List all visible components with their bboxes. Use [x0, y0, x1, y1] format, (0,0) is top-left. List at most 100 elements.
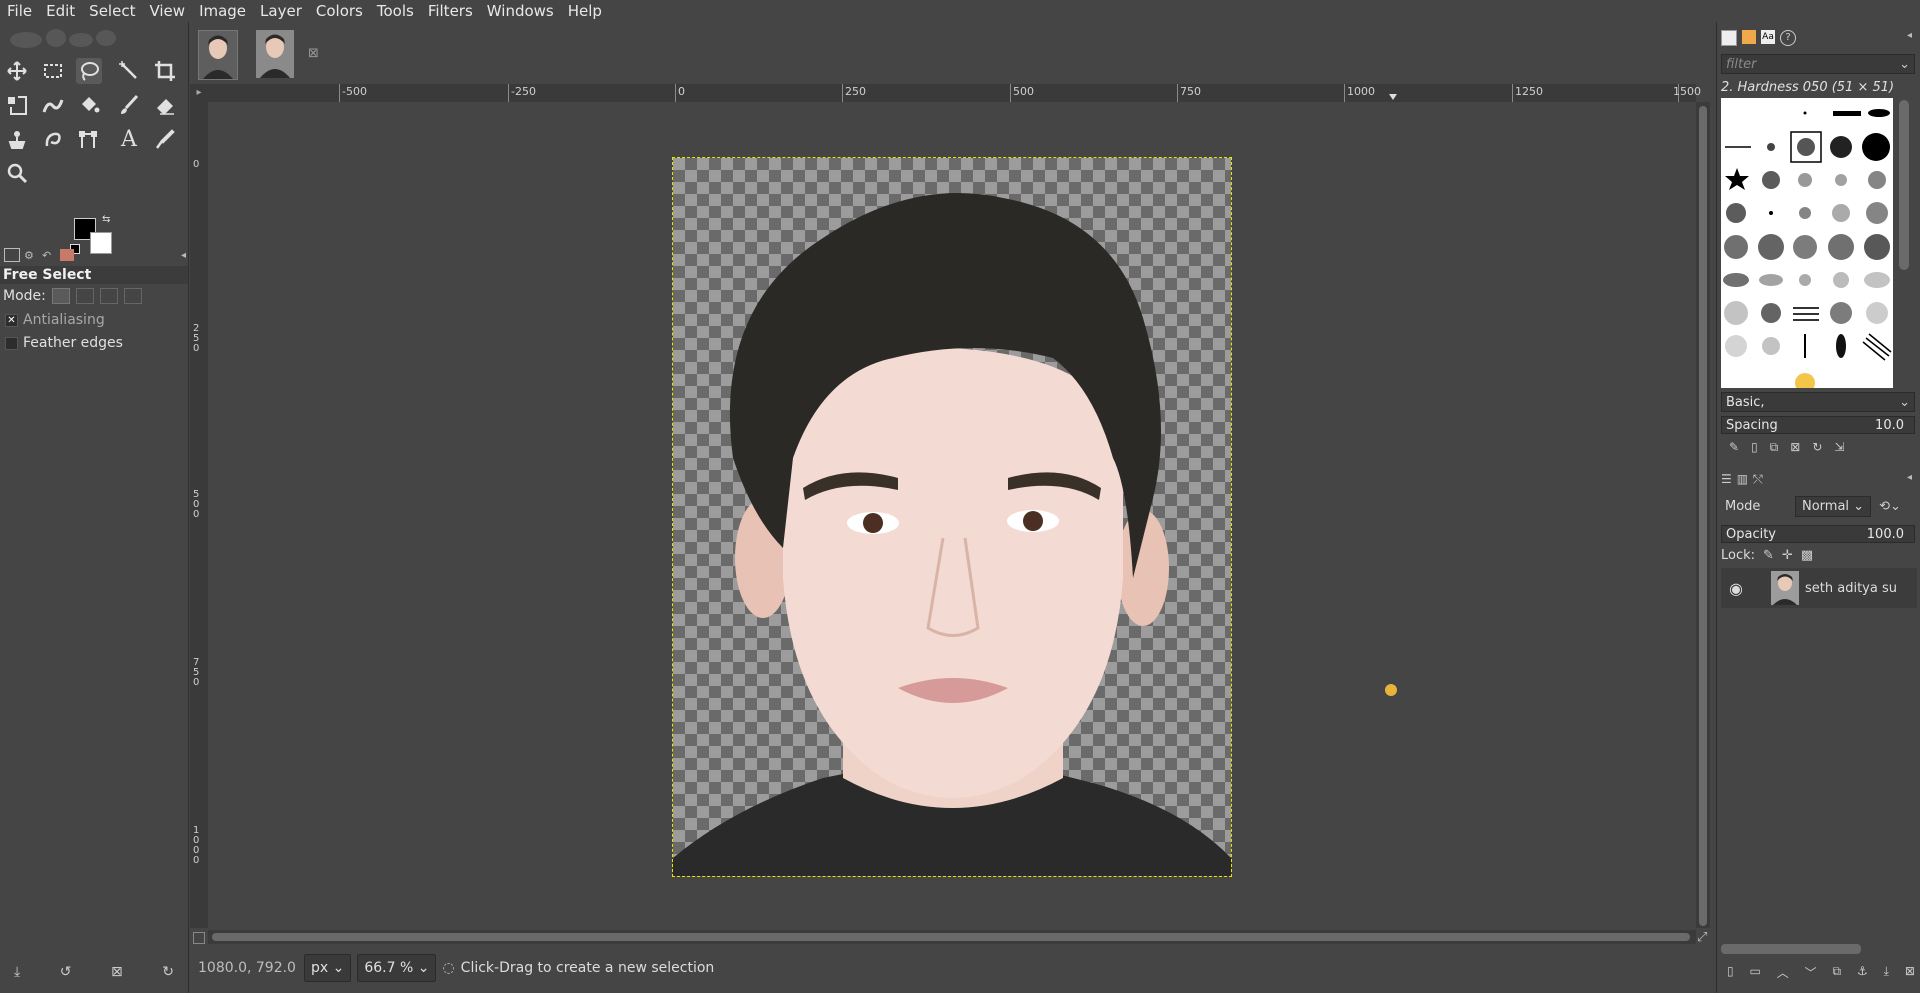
new-layer-group-icon[interactable]: ▭: [1750, 964, 1761, 981]
lower-layer-icon[interactable]: ﹀: [1805, 964, 1817, 981]
unit-select[interactable]: px ⌄: [303, 954, 352, 982]
duplicate-brush-icon[interactable]: ⧉: [1770, 440, 1779, 455]
zoom-icon[interactable]: [4, 160, 30, 186]
bucket-icon[interactable]: [76, 92, 102, 118]
lock-pixels-icon[interactable]: ✎: [1763, 548, 1774, 563]
navigate-icon[interactable]: ⤢: [1697, 930, 1707, 945]
ruler-corner-icon[interactable]: ▸: [190, 84, 208, 102]
help-tab-icon[interactable]: ?: [1780, 30, 1796, 46]
antialiasing-option[interactable]: ✕ Antialiasing: [5, 312, 105, 328]
restore-options-icon[interactable]: ↺: [60, 964, 72, 980]
text-icon[interactable]: A: [116, 126, 142, 152]
vertical-scrollbar[interactable]: [1696, 102, 1710, 928]
ruler-pointer-marker: [1389, 94, 1397, 100]
image-tab-2[interactable]: [256, 30, 294, 78]
layers-tab-icon[interactable]: ☰: [1721, 472, 1732, 487]
brushes-tab-icon[interactable]: [1721, 30, 1737, 46]
delete-brush-icon[interactable]: ⊠: [1790, 440, 1800, 455]
menu-filters[interactable]: Filters: [421, 0, 480, 22]
crop-icon[interactable]: [152, 58, 178, 84]
save-options-icon[interactable]: ⤓: [14, 964, 20, 980]
paths-tab-icon[interactable]: ⤲: [1753, 472, 1763, 487]
eye-icon[interactable]: ◉: [1721, 579, 1751, 598]
rect-select-icon[interactable]: [40, 58, 66, 84]
paths-icon[interactable]: [76, 126, 102, 152]
feather-option[interactable]: Feather edges: [5, 335, 123, 351]
menu-tools[interactable]: Tools: [370, 0, 421, 22]
tool-options-tab-icon[interactable]: [4, 248, 20, 262]
menu-image[interactable]: Image: [192, 0, 253, 22]
menu-colors[interactable]: Colors: [309, 0, 370, 22]
channels-tab-icon[interactable]: ▥: [1737, 472, 1748, 487]
close-tab-icon[interactable]: ⊠: [308, 46, 319, 61]
brush-spacing-spinner[interactable]: Spacing 10.0: [1721, 416, 1915, 434]
patterns-tab-icon[interactable]: [1742, 30, 1756, 44]
brush-grid[interactable]: [1721, 98, 1893, 388]
device-status-tab-icon[interactable]: ⚙: [24, 249, 38, 262]
layer-mode-select[interactable]: Normal ⌄: [1795, 495, 1872, 517]
undo-history-tab-icon[interactable]: ↶: [42, 249, 56, 262]
layers-menu-icon[interactable]: ◂: [1907, 472, 1912, 483]
mode-add-icon[interactable]: [75, 288, 94, 304]
menu-edit[interactable]: Edit: [39, 0, 82, 22]
ruler-label: 1500: [1673, 85, 1701, 98]
layer-mode-reset-icon[interactable]: ⟲⌄: [1879, 499, 1901, 514]
menu-windows[interactable]: Windows: [480, 0, 561, 22]
magic-wand-icon[interactable]: [116, 58, 142, 84]
lasso-icon[interactable]: [76, 58, 102, 84]
swap-colors-icon[interactable]: ⇆: [102, 214, 110, 225]
anchor-layer-icon[interactable]: ⚓: [1857, 964, 1868, 981]
eraser-icon[interactable]: [152, 92, 178, 118]
duplicate-layer-icon[interactable]: ⧉: [1833, 964, 1842, 981]
antialiasing-checkbox[interactable]: ✕: [5, 314, 18, 327]
zoom-value: 66.7 %: [364, 960, 414, 976]
brush-grid-scrollbar[interactable]: [1899, 100, 1909, 270]
layer-row[interactable]: ◉ seth aditya su: [1721, 568, 1917, 608]
layers-hscroll-thumb[interactable]: [1721, 944, 1861, 954]
transform-icon[interactable]: [4, 92, 30, 118]
quick-mask-icon[interactable]: [193, 932, 205, 944]
feather-checkbox[interactable]: [5, 337, 18, 350]
color-picker-icon[interactable]: [152, 126, 178, 152]
new-layer-icon[interactable]: ▯: [1727, 964, 1734, 981]
menu-layer[interactable]: Layer: [253, 0, 309, 22]
clone-icon[interactable]: [4, 126, 30, 152]
reset-options-icon[interactable]: ↻: [162, 964, 174, 980]
vertical-scroll-thumb[interactable]: [1699, 106, 1707, 926]
opacity-label: Opacity: [1726, 527, 1777, 542]
raise-layer-icon[interactable]: ︿: [1777, 964, 1789, 981]
lock-alpha-icon[interactable]: ▩: [1801, 548, 1813, 563]
smudge-icon[interactable]: [40, 126, 66, 152]
move-icon[interactable]: [4, 58, 30, 84]
horizontal-scroll-thumb[interactable]: [212, 933, 1690, 941]
layer-opacity-spinner[interactable]: Opacity 100.0: [1721, 525, 1915, 543]
delete-options-icon[interactable]: ⊠: [111, 964, 123, 980]
images-tab-icon[interactable]: [60, 249, 74, 261]
lock-position-icon[interactable]: ✛: [1782, 548, 1793, 563]
dock-menu-icon[interactable]: ◂: [1907, 30, 1912, 41]
menu-view[interactable]: View: [142, 0, 192, 22]
image-layer-portrait[interactable]: [672, 157, 1232, 877]
image-canvas[interactable]: [208, 102, 1696, 928]
menu-file[interactable]: File: [0, 0, 39, 22]
zoom-select[interactable]: 66.7 % ⌄: [357, 954, 437, 982]
brush-tag-select[interactable]: Basic, ⌄: [1721, 392, 1915, 412]
refresh-brushes-icon[interactable]: ↻: [1812, 440, 1822, 455]
mode-intersect-icon[interactable]: [123, 288, 142, 304]
horizontal-scrollbar[interactable]: [208, 930, 1696, 944]
new-brush-icon[interactable]: ▯: [1751, 440, 1758, 455]
open-brush-icon[interactable]: ⇲: [1834, 440, 1844, 455]
menu-help[interactable]: Help: [561, 0, 609, 22]
fonts-tab-icon[interactable]: Aa: [1761, 30, 1775, 44]
edit-brush-icon[interactable]: ✎: [1729, 440, 1739, 455]
delete-layer-icon[interactable]: ⊠: [1905, 964, 1915, 981]
warp-icon[interactable]: [40, 92, 66, 118]
paintbrush-icon[interactable]: [116, 92, 142, 118]
mode-subtract-icon[interactable]: [99, 288, 118, 304]
merge-layer-icon[interactable]: ⤓: [1884, 964, 1889, 981]
mode-replace-icon[interactable]: [51, 288, 70, 304]
brush-filter-input[interactable]: filter ⌄: [1721, 54, 1915, 74]
tab-menu-icon[interactable]: ◂: [181, 250, 186, 261]
image-tab-1[interactable]: [198, 30, 238, 80]
menu-select[interactable]: Select: [82, 0, 142, 22]
